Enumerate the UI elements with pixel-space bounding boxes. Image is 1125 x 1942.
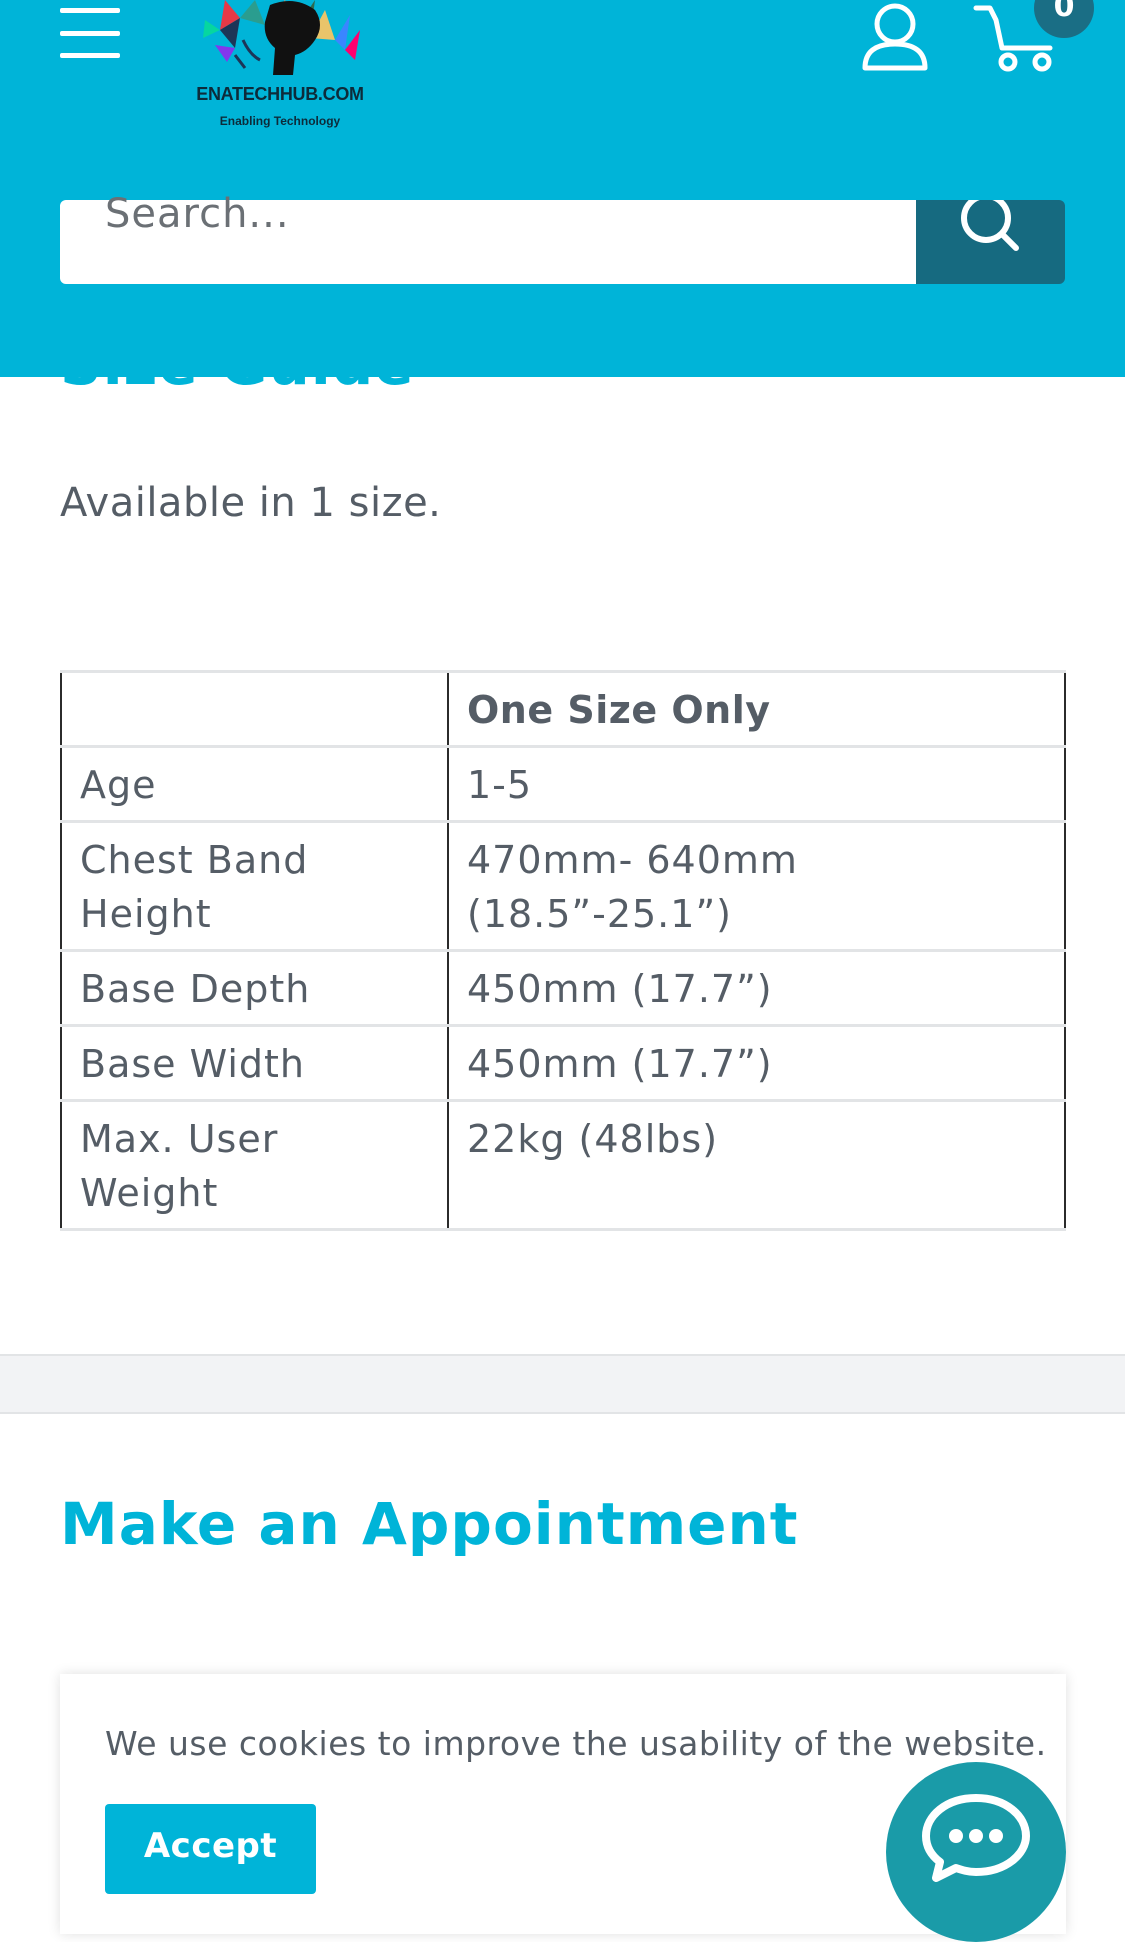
table-cell-value: 450mm (17.7”) [447,949,1066,1027]
search-input[interactable] [105,184,885,244]
site-header: ENATECHHUB.COM Enabling Technology 0 [0,0,1125,377]
accept-cookies-button[interactable]: Accept [105,1804,316,1894]
chat-button[interactable] [886,1762,1066,1942]
table-header-row: One Size Only [60,670,1066,748]
table-cell-value: 22kg (48lbs) [447,1099,1066,1231]
table-header-cell: One Size Only [447,670,1066,748]
table-cell-value: 1-5 [447,745,1066,823]
logo-tagline: Enabling Technology [219,114,341,128]
availability-text: Available in 1 size. [60,480,442,526]
section-divider [0,1354,1125,1414]
user-icon[interactable] [860,0,930,72]
table-cell-value: 450mm (17.7”) [447,1024,1066,1102]
table-row: Chest Band Height 470mm- 640mm (18.5”-25… [60,820,1066,952]
search-box [60,184,916,284]
cookie-message: We use cookies to improve the usability … [105,1724,1047,1763]
table-cell-value: 470mm- 640mm (18.5”-25.1”) [447,820,1066,952]
hamburger-icon[interactable] [60,8,120,58]
table-cell-label: Age [60,745,449,823]
search-button[interactable] [916,200,1065,284]
table-row: Max. User Weight 22kg (48lbs) [60,1099,1066,1231]
table-row: Age 1-5 [60,745,1066,823]
table-row: Base Depth 450mm (17.7”) [60,949,1066,1027]
table-row: Base Width 450mm (17.7”) [60,1024,1066,1102]
table-cell-label: Base Depth [60,949,449,1027]
logo-text: ENATECHHUB.COM [196,84,364,104]
search-icon [960,200,1019,251]
table-cell-label: Base Width [60,1024,449,1102]
size-table: One Size Only Age 1-5 Chest Band Height … [60,670,1066,1231]
appointment-title: Make an Appointment [60,1490,799,1558]
table-cell-label: Max. User Weight [60,1099,449,1231]
table-header-cell [60,670,449,748]
chat-icon [922,1794,1030,1882]
table-cell-label: Chest Band Height [60,820,449,952]
